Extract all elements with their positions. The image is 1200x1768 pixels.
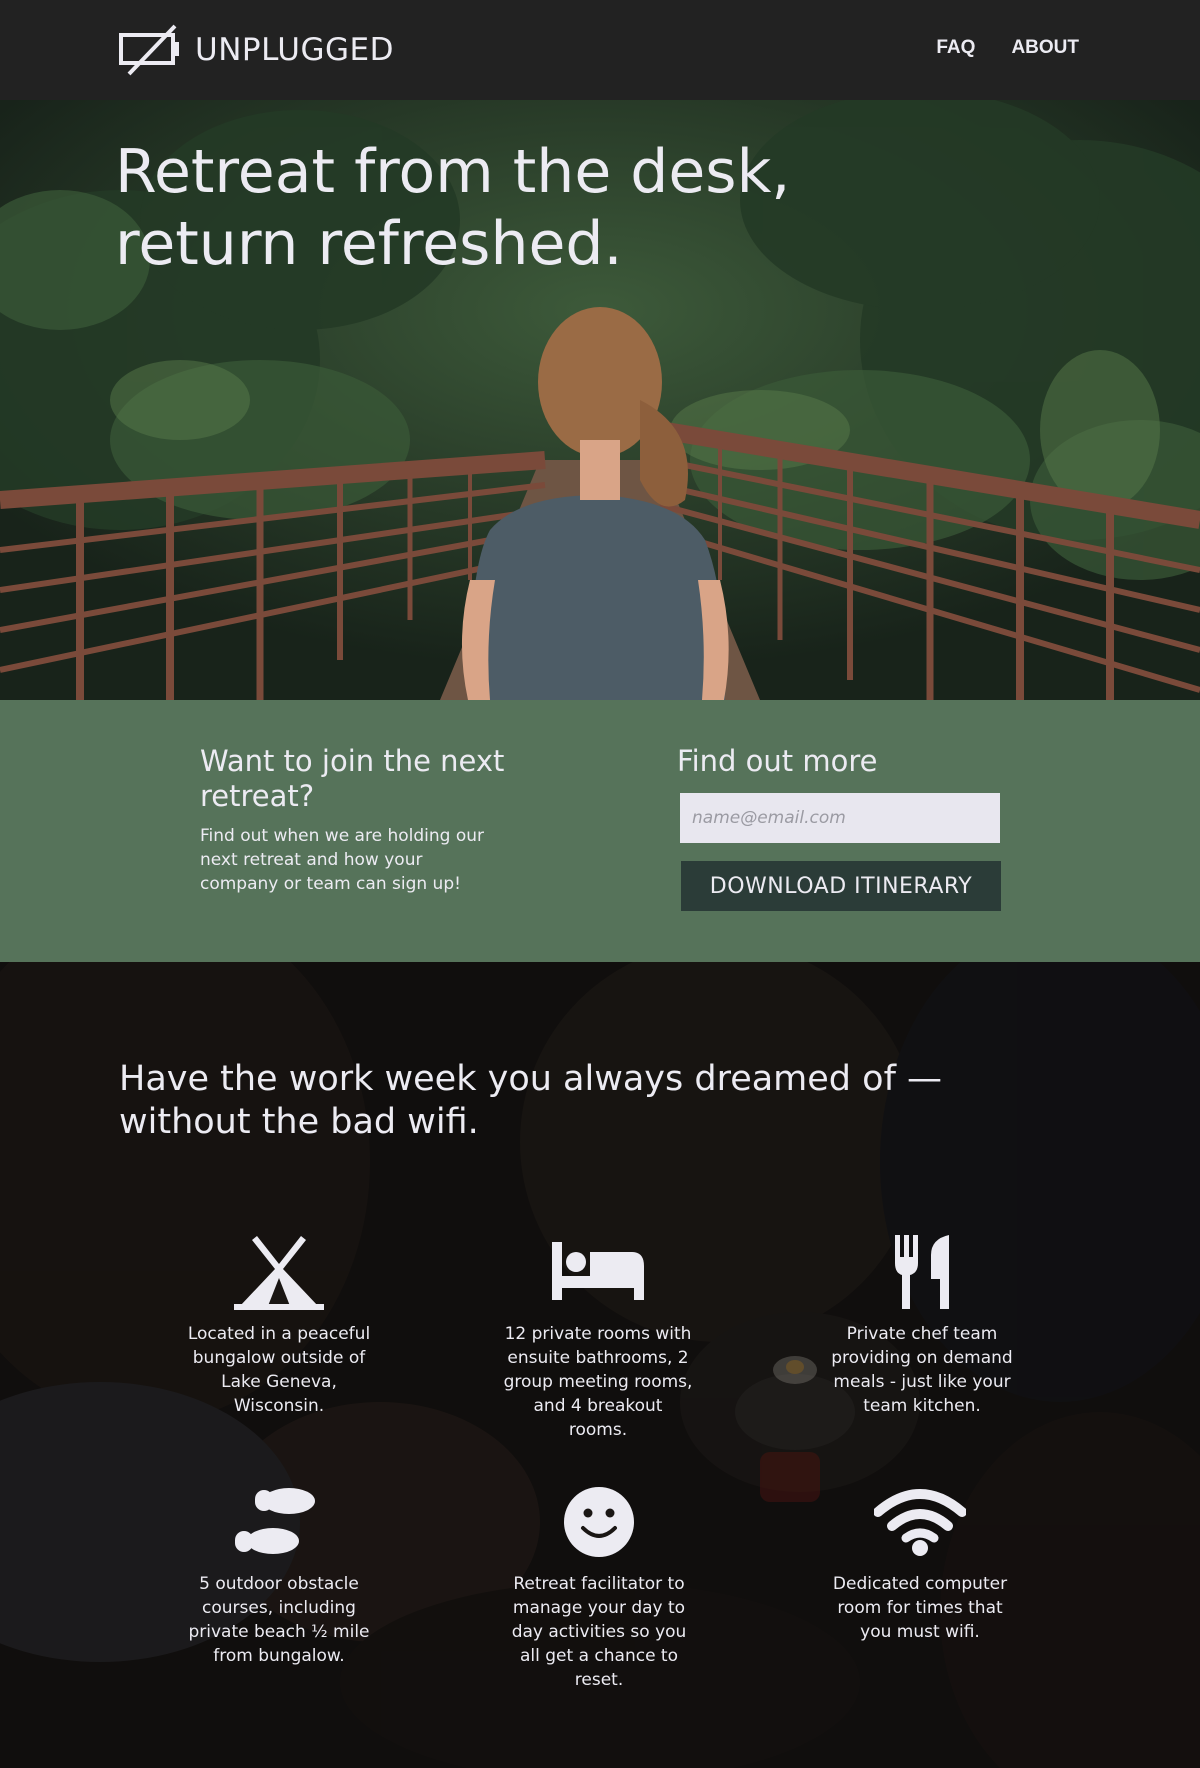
signup-description: Find out when we are holding our next re… (200, 826, 485, 894)
nav-about-link[interactable]: ABOUT (1011, 37, 1079, 59)
brand-logo[interactable]: UNPLUGGED (119, 24, 394, 76)
find-out-more-heading: Find out more (677, 744, 878, 778)
footprints-icon (235, 1488, 315, 1554)
features-section: Have the work week you always dreamed of… (0, 962, 1200, 1768)
battery-slash-icon (119, 24, 179, 76)
wifi-icon (874, 1489, 966, 1556)
feature-text: Located in a peaceful bungalow outside o… (187, 1324, 371, 1416)
feature-text: 5 outdoor obstacle courses, including pr… (188, 1574, 370, 1666)
feature-facilitator: Retreat facilitator to manage your day t… (504, 1482, 694, 1692)
signup-section: Want to join the next retreat? Find out … (0, 700, 1200, 962)
hero-section: Retreat from the desk, return refreshed. (0, 100, 1200, 700)
feature-text: Retreat facilitator to manage your day t… (511, 1574, 687, 1690)
brand-name: UNPLUGGED (195, 32, 394, 68)
smile-icon (564, 1487, 634, 1557)
main-nav: FAQ ABOUT (936, 37, 1079, 59)
site-header: UNPLUGGED FAQ ABOUT (0, 0, 1200, 100)
feature-location: Located in a peaceful bungalow outside o… (184, 1232, 374, 1418)
utensils-icon (895, 1235, 949, 1309)
feature-rooms: 12 private rooms with ensuite bathrooms,… (503, 1232, 693, 1442)
feature-text: Dedicated computer room for times that y… (832, 1574, 1008, 1642)
feature-obstacle-courses: 5 outdoor obstacle courses, including pr… (184, 1482, 374, 1668)
download-itinerary-button[interactable]: DOWNLOAD ITINERARY (681, 861, 1001, 911)
bed-icon (552, 1242, 644, 1300)
nav-faq-link[interactable]: FAQ (936, 37, 975, 59)
email-input[interactable] (680, 793, 1000, 843)
signup-heading: Want to join the next retreat? (200, 744, 505, 813)
feature-computer-room: Dedicated computer room for times that y… (825, 1482, 1015, 1644)
feature-chef: Private chef team providing on demand me… (827, 1232, 1017, 1418)
hero-title: Retreat from the desk, return refreshed. (115, 136, 875, 280)
signup-form: Find out more DOWNLOAD ITINERARY (677, 744, 1001, 911)
feature-text: Private chef team providing on demand me… (831, 1324, 1013, 1416)
signup-intro: Want to join the next retreat? Find out … (200, 744, 540, 896)
hero-title-line-1: Retreat from the desk, (115, 137, 791, 207)
feature-text: 12 private rooms with ensuite bathrooms,… (503, 1324, 693, 1440)
tent-icon (234, 1236, 324, 1310)
features-title: Have the work week you always dreamed of… (119, 1059, 943, 1142)
hero-title-line-2: return refreshed. (115, 209, 623, 279)
